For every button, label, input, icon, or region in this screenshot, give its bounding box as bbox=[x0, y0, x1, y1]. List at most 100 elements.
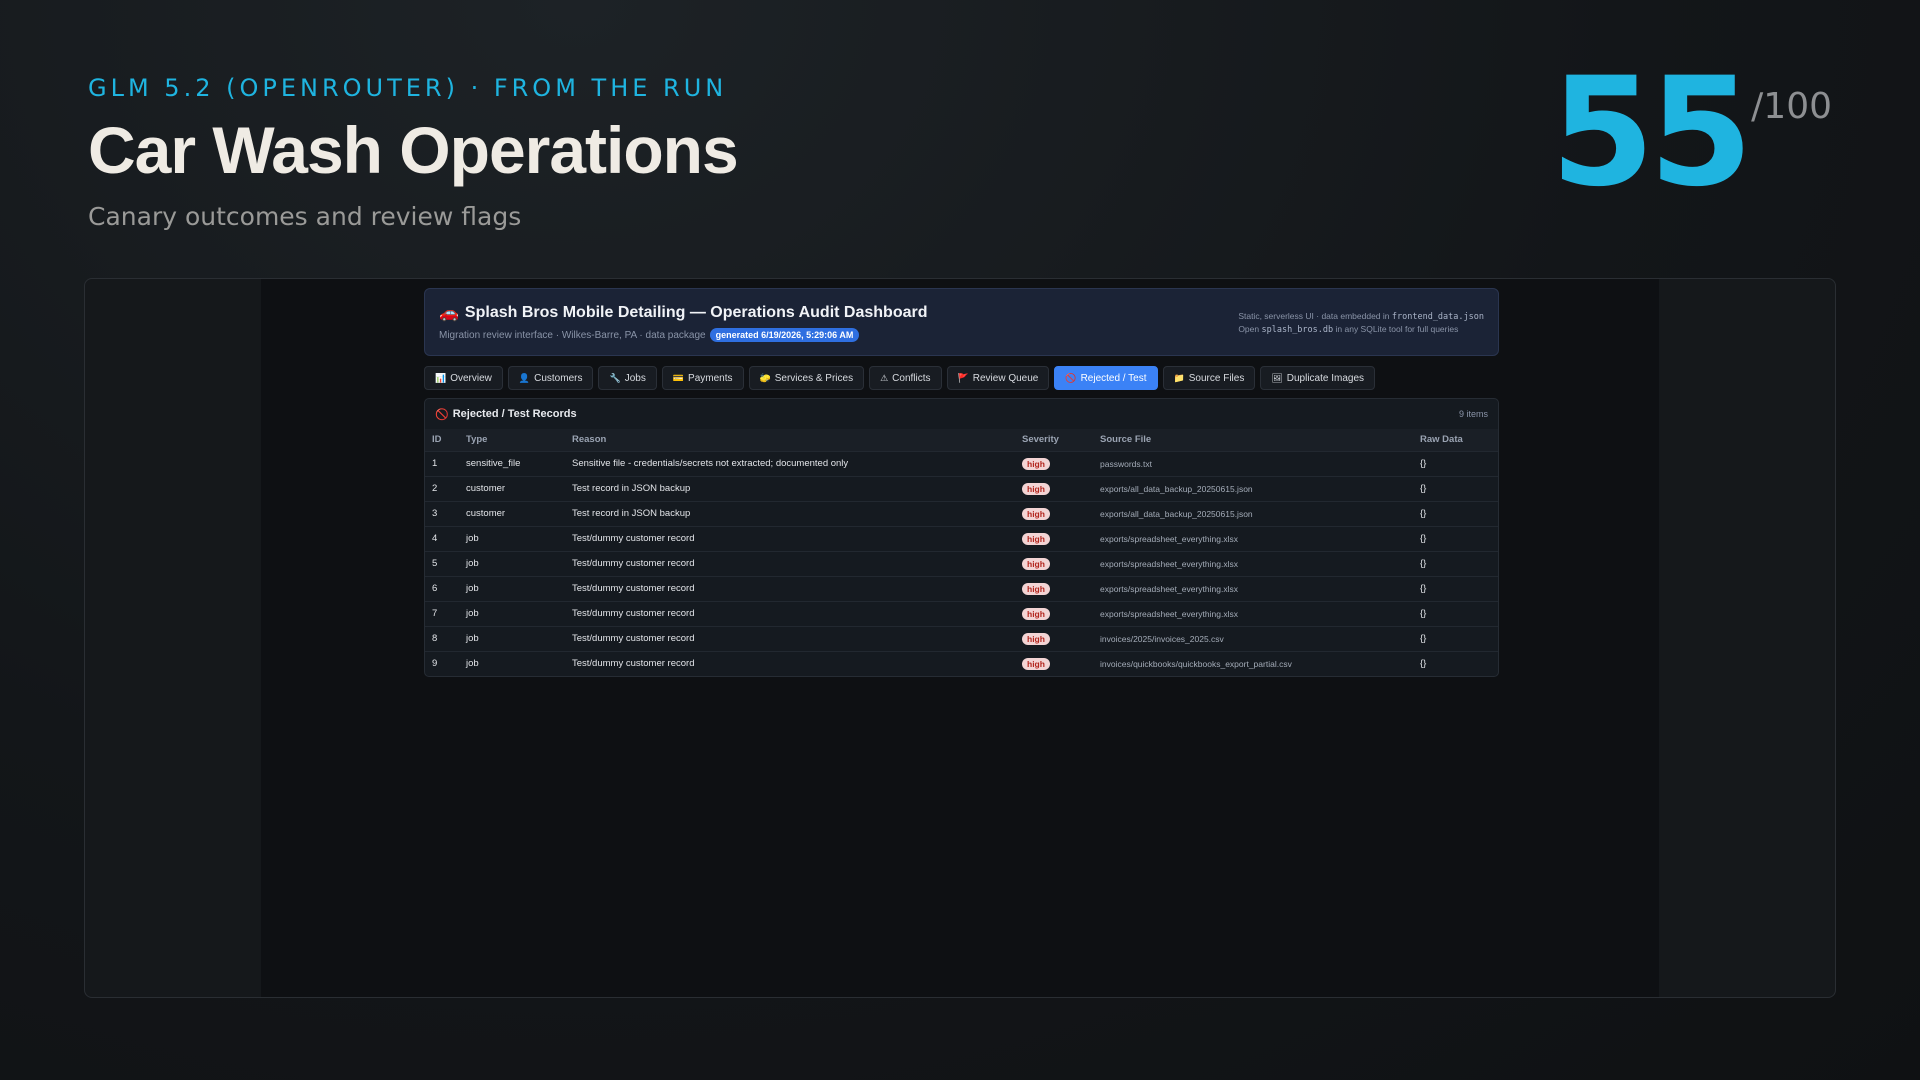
table-row[interactable]: 2 customer Test record in JSON backup high e… bbox=[425, 475, 1498, 501]
table-row[interactable]: 5 job Test/dummy customer record high export… bbox=[425, 550, 1498, 576]
tab-label: Source Files bbox=[1188, 372, 1245, 384]
meta-line-2: Open splash_bros.db in any SQLite tool f… bbox=[1238, 323, 1484, 336]
severity-badge: high bbox=[1022, 582, 1050, 595]
cell-severity: high bbox=[1015, 500, 1093, 526]
score-value: 55 bbox=[1550, 46, 1753, 220]
tab-label: Review Queue bbox=[972, 372, 1039, 384]
table-row[interactable]: 1 sensitive_file Sensitive file - credenti… bbox=[425, 450, 1498, 476]
cell-raw-data: {} bbox=[1413, 475, 1498, 501]
tab-icon: 🚫 bbox=[1065, 372, 1077, 383]
cell-raw-data: {} bbox=[1413, 650, 1498, 676]
tab-label: Payments bbox=[688, 372, 733, 384]
cell-id: 5 bbox=[425, 550, 459, 576]
cell-source-file: passwords.txt bbox=[1093, 450, 1413, 476]
cell-id: 3 bbox=[425, 500, 459, 526]
cell-severity: high bbox=[1015, 600, 1093, 626]
cell-reason: Sensitive file - credentials/secrets not… bbox=[565, 450, 1015, 476]
cell-type: sensitive_file bbox=[459, 450, 565, 476]
cell-reason: Test/dummy customer record bbox=[565, 650, 1015, 676]
tab-label: Services & Prices bbox=[774, 372, 854, 384]
cell-severity: high bbox=[1015, 450, 1093, 476]
table-row[interactable]: 8 job Test/dummy customer record high invoic… bbox=[425, 625, 1498, 651]
cell-raw-data: {} bbox=[1413, 550, 1498, 576]
cell-source-file: exports/spreadsheet_everything.xlsx bbox=[1093, 600, 1413, 626]
dashboard-subtitle-text: Migration review interface · Wilkes-Barr… bbox=[439, 329, 706, 341]
score-display: 55 /100 bbox=[1550, 58, 1832, 208]
tab-icon: 📊 bbox=[435, 372, 447, 383]
cell-id: 6 bbox=[425, 575, 459, 601]
tab-customers[interactable]: 👤 Customers bbox=[507, 366, 594, 390]
tab-label: Duplicate Images bbox=[1286, 372, 1365, 384]
table-row[interactable]: 3 customer Test record in JSON backup high e… bbox=[425, 500, 1498, 526]
cell-raw-data: {} bbox=[1413, 500, 1498, 526]
tab-services-prices[interactable]: 🧽 Services & Prices bbox=[748, 366, 865, 390]
cell-source-file: exports/spreadsheet_everything.xlsx bbox=[1093, 550, 1413, 576]
cell-type: job bbox=[459, 525, 565, 551]
severity-badge: high bbox=[1022, 457, 1050, 470]
tab-source-files[interactable]: 📁 Source Files bbox=[1162, 366, 1256, 390]
cell-type: job bbox=[459, 575, 565, 601]
cell-source-file: exports/all_data_backup_20250615.json bbox=[1093, 500, 1413, 526]
frontend-data-filename: frontend_data.json bbox=[1391, 312, 1484, 322]
tab-icon: ⚠ bbox=[880, 372, 889, 383]
tab-label: Overview bbox=[450, 372, 492, 384]
severity-badge: high bbox=[1022, 507, 1050, 520]
cell-severity: high bbox=[1015, 650, 1093, 676]
score-max: /100 bbox=[1751, 86, 1832, 127]
tab-icon: 💳 bbox=[672, 372, 685, 383]
tab-label: Customers bbox=[534, 372, 583, 384]
column-header[interactable]: Severity bbox=[1015, 429, 1093, 451]
dashboard-title-text: Splash Bros Mobile Detailing — Operation… bbox=[464, 304, 928, 321]
eyebrow-label: GLM 5.2 (OPENROUTER) · FROM THE RUN bbox=[88, 74, 728, 102]
tab-label: Rejected / Test bbox=[1080, 372, 1147, 384]
cell-id: 2 bbox=[425, 475, 459, 501]
cell-severity: high bbox=[1015, 525, 1093, 551]
cell-source-file: invoices/quickbooks/quickbooks_export_pa… bbox=[1093, 650, 1413, 676]
cell-reason: Test/dummy customer record bbox=[565, 550, 1015, 576]
severity-badge: high bbox=[1022, 557, 1050, 570]
tab-rejected-test[interactable]: 🚫 Rejected / Test bbox=[1054, 366, 1158, 390]
cell-type: customer bbox=[459, 475, 565, 501]
cell-type: job bbox=[459, 600, 565, 626]
tab-icon: 🧽 bbox=[759, 372, 771, 383]
tab-icon: 🔧 bbox=[609, 372, 621, 383]
tab-review-queue[interactable]: 🚩 Review Queue bbox=[946, 366, 1050, 390]
tab-payments[interactable]: 💳 Payments bbox=[661, 366, 744, 390]
dashboard-header: 🚗 Splash Bros Mobile Detailing — Operati… bbox=[424, 288, 1499, 356]
meta-line-1: Static, serverless UI · data embedded in… bbox=[1238, 310, 1484, 323]
column-header[interactable]: Raw Data bbox=[1413, 429, 1498, 451]
column-header[interactable]: Source File bbox=[1093, 429, 1413, 451]
column-header[interactable]: Reason bbox=[565, 429, 1015, 451]
tab-label: Conflicts bbox=[892, 372, 931, 384]
dashboard-meta: Static, serverless UI · data embedded in… bbox=[1238, 310, 1484, 336]
browser-viewport: 🚗 Splash Bros Mobile Detailing — Operati… bbox=[261, 279, 1659, 997]
db-filename: splash_bros.db bbox=[1261, 325, 1334, 335]
column-header[interactable]: ID bbox=[425, 429, 459, 451]
severity-badge: high bbox=[1022, 657, 1050, 670]
tab-conflicts[interactable]: ⚠ Conflicts bbox=[869, 366, 942, 390]
cell-type: job bbox=[459, 650, 565, 676]
cell-source-file: invoices/2025/invoices_2025.csv bbox=[1093, 625, 1413, 651]
severity-badge: high bbox=[1022, 482, 1050, 495]
cell-id: 8 bbox=[425, 625, 459, 651]
tab-icon: 🚩 bbox=[957, 372, 969, 383]
table-row[interactable]: 4 job Test/dummy customer record high export… bbox=[425, 525, 1498, 551]
cell-raw-data: {} bbox=[1413, 525, 1498, 551]
cell-reason: Test/dummy customer record bbox=[565, 600, 1015, 626]
cell-raw-data: {} bbox=[1413, 575, 1498, 601]
hero: GLM 5.2 (OPENROUTER) · FROM THE RUN Car … bbox=[88, 74, 739, 231]
cell-source-file: exports/all_data_backup_20250615.json bbox=[1093, 475, 1413, 501]
table-row[interactable]: 6 job Test/dummy customer record high export… bbox=[425, 575, 1498, 601]
tab-overview[interactable]: 📊 Overview bbox=[424, 366, 503, 390]
cell-raw-data: {} bbox=[1413, 625, 1498, 651]
table-row[interactable]: 9 job Test/dummy customer record high invoic… bbox=[425, 650, 1498, 676]
panel-title: 🚫 Rejected / Test Records bbox=[435, 408, 577, 421]
tab-duplicate-images[interactable]: 🖼 Duplicate Images bbox=[1260, 366, 1376, 390]
cell-id: 7 bbox=[425, 600, 459, 626]
cell-severity: high bbox=[1015, 550, 1093, 576]
column-header[interactable]: Type bbox=[459, 429, 565, 451]
cell-reason: Test record in JSON backup bbox=[565, 500, 1015, 526]
table-row[interactable]: 7 job Test/dummy customer record high export… bbox=[425, 600, 1498, 626]
rejected-records-table: ID Type Reason Severity Source File Raw Data … bbox=[425, 429, 1498, 676]
tab-jobs[interactable]: 🔧 Jobs bbox=[598, 366, 657, 390]
